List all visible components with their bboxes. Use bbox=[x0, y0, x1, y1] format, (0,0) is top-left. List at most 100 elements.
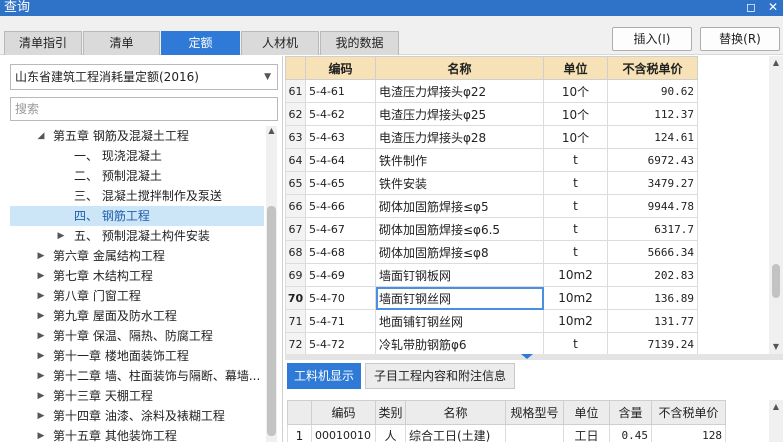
cell-unit[interactable]: 工日 bbox=[563, 424, 610, 442]
row-number[interactable]: 64 bbox=[285, 148, 306, 172]
table-row[interactable]: 61 5-4-61 电渣压力焊接头φ22 10个 90.62 bbox=[285, 79, 698, 103]
col-header-name[interactable]: 名称 bbox=[405, 400, 506, 425]
restore-icon[interactable]: ◻ bbox=[744, 0, 758, 14]
tab-item-content-notes[interactable]: 子目工程内容和附注信息 bbox=[365, 363, 515, 389]
tree-scroll-thumb[interactable] bbox=[267, 206, 276, 436]
cell-code[interactable]: 5-4-63 bbox=[305, 125, 376, 149]
tree-item[interactable]: ▶ 第六章 金属结构工程 bbox=[10, 246, 264, 266]
insert-button[interactable]: 插入(I) bbox=[612, 27, 692, 51]
cell-name[interactable]: 砌体加固筋焊接≤φ8 bbox=[375, 240, 544, 264]
tab-material-display[interactable]: 工料机显示 bbox=[287, 363, 361, 389]
material-scrollbar[interactable]: ▲ bbox=[769, 400, 783, 442]
row-number[interactable]: 68 bbox=[285, 240, 306, 264]
cell-price[interactable]: 124.61 bbox=[607, 125, 698, 149]
cell-price[interactable]: 3479.27 bbox=[607, 171, 698, 195]
tree-item[interactable]: ▶ 第八章 门窗工程 bbox=[10, 286, 264, 306]
grid-scroll-thumb[interactable] bbox=[772, 264, 780, 298]
cell-code[interactable]: 5-4-67 bbox=[305, 217, 376, 241]
cell-price[interactable]: 128 bbox=[651, 424, 726, 442]
cell-code[interactable]: 5-4-61 bbox=[305, 79, 376, 103]
table-row[interactable]: 68 5-4-68 砌体加固筋焊接≤φ8 t 5666.34 bbox=[285, 240, 698, 264]
cell-name[interactable]: 铁件制作 bbox=[375, 148, 544, 172]
row-number[interactable]: 66 bbox=[285, 194, 306, 218]
col-header-unit[interactable]: 单位 bbox=[543, 56, 608, 80]
grid-scrollbar[interactable]: ▲ ▼ bbox=[769, 56, 783, 354]
cell-unit[interactable]: 10个 bbox=[543, 102, 608, 126]
col-header-code[interactable]: 编码 bbox=[305, 56, 376, 80]
row-number[interactable]: 61 bbox=[285, 79, 306, 103]
table-row[interactable]: 70 5-4-70 墙面钉钢丝网 10m2 136.89 bbox=[285, 286, 698, 310]
cell-name[interactable]: 墙面钉钢丝网 bbox=[375, 286, 544, 310]
caret-collapsed-icon[interactable]: ▶ bbox=[56, 226, 66, 246]
row-number[interactable]: 65 bbox=[285, 171, 306, 195]
table-row[interactable]: 1 00010010 人综合工日(土建) 工日 0.45 128 bbox=[287, 424, 726, 442]
table-row[interactable]: 66 5-4-66 砌体加固筋焊接≤φ5 t 9944.78 bbox=[285, 194, 698, 218]
cell-price[interactable]: 5666.34 bbox=[607, 240, 698, 264]
cell-code[interactable]: 5-4-71 bbox=[305, 309, 376, 333]
cell-unit[interactable]: t bbox=[543, 194, 608, 218]
tree-item[interactable]: 二、 预制混凝土 bbox=[10, 166, 264, 186]
cell-price[interactable]: 202.83 bbox=[607, 263, 698, 287]
scroll-down-icon[interactable]: ▼ bbox=[769, 342, 783, 352]
tree-item[interactable]: ▶ 第十五章 其他装饰工程 bbox=[10, 426, 264, 442]
tree-item[interactable]: 四、 钢筋工程 bbox=[10, 206, 264, 226]
cell-name[interactable]: 电渣压力焊接头φ22 bbox=[375, 79, 544, 103]
cell-code[interactable]: 5-4-66 bbox=[305, 194, 376, 218]
cell-code[interactable]: 5-4-68 bbox=[305, 240, 376, 264]
table-row[interactable]: 64 5-4-64 铁件制作 t 6972.43 bbox=[285, 148, 698, 172]
cell-qty[interactable]: 0.45 bbox=[609, 424, 652, 442]
row-number[interactable]: 62 bbox=[285, 102, 306, 126]
col-header-spec[interactable]: 规格型号 bbox=[505, 400, 564, 425]
close-icon[interactable]: ✕ bbox=[766, 0, 780, 14]
cell-price[interactable]: 7139.24 bbox=[607, 332, 698, 356]
tree-item[interactable]: 一、 现浇混凝土 bbox=[10, 146, 264, 166]
table-row[interactable]: 71 5-4-71 地面铺钉钢丝网 10m2 131.77 bbox=[285, 309, 698, 333]
row-number[interactable]: 67 bbox=[285, 217, 306, 241]
tree-item[interactable]: ▶ 第七章 木结构工程 bbox=[10, 266, 264, 286]
row-number[interactable]: 69 bbox=[285, 263, 306, 287]
cell-code[interactable]: 5-4-64 bbox=[305, 148, 376, 172]
col-header-price[interactable]: 不含税单价 bbox=[607, 56, 698, 80]
caret-collapsed-icon[interactable]: ▶ bbox=[36, 386, 46, 406]
col-header-type[interactable]: 类别 bbox=[375, 400, 406, 425]
row-number[interactable]: 71 bbox=[285, 309, 306, 333]
caret-collapsed-icon[interactable]: ▶ bbox=[36, 366, 46, 386]
cell-name[interactable]: 砌体加固筋焊接≤φ5 bbox=[375, 194, 544, 218]
col-header-qty[interactable]: 含量 bbox=[609, 400, 652, 425]
cell-code[interactable]: 00010010 bbox=[311, 424, 376, 442]
tab-my-data[interactable]: 我的数据 bbox=[320, 31, 399, 55]
cell-unit[interactable]: t bbox=[543, 332, 608, 356]
col-header-unit[interactable]: 单位 bbox=[563, 400, 610, 425]
row-number[interactable]: 63 bbox=[285, 125, 306, 149]
cell-price[interactable]: 90.62 bbox=[607, 79, 698, 103]
tree-item[interactable]: ▶ 第十一章 楼地面装饰工程 bbox=[10, 346, 264, 366]
tab-labor-material-machine[interactable]: 人材机 bbox=[241, 31, 319, 55]
cell-name[interactable]: 综合工日(土建) bbox=[405, 424, 506, 442]
cell-type[interactable]: 人 bbox=[375, 424, 406, 442]
col-header-name[interactable]: 名称 bbox=[375, 56, 544, 80]
cell-code[interactable]: 5-4-70 bbox=[305, 286, 376, 310]
tree-item[interactable]: ▶ 第十二章 墙、柱面装饰与隔断、幕墙... bbox=[10, 366, 264, 386]
table-row[interactable]: 69 5-4-69 墙面钉钢板网 10m2 202.83 bbox=[285, 263, 698, 287]
cell-price[interactable]: 6317.7 bbox=[607, 217, 698, 241]
cell-price[interactable]: 6972.43 bbox=[607, 148, 698, 172]
cell-name[interactable]: 铁件安装 bbox=[375, 171, 544, 195]
cell-price[interactable]: 131.77 bbox=[607, 309, 698, 333]
tree-item[interactable]: 三、 混凝土搅拌制作及泵送 bbox=[10, 186, 264, 206]
cell-unit[interactable]: 10m2 bbox=[543, 263, 608, 287]
cell-unit[interactable]: t bbox=[543, 217, 608, 241]
cell-unit[interactable]: t bbox=[543, 171, 608, 195]
tree-scrollbar[interactable]: ▲ bbox=[266, 126, 277, 442]
cell-name[interactable]: 地面铺钉钢丝网 bbox=[375, 309, 544, 333]
table-row[interactable]: 72 5-4-72 冷轧带肋钢筋φ6 t 7139.24 bbox=[285, 332, 698, 356]
caret-collapsed-icon[interactable]: ▶ bbox=[36, 246, 46, 266]
tab-bill-guide[interactable]: 清单指引 bbox=[4, 31, 82, 55]
caret-expanded-icon[interactable]: ◢ bbox=[36, 126, 46, 146]
scroll-up-icon[interactable]: ▲ bbox=[769, 402, 783, 412]
cell-name[interactable]: 墙面钉钢板网 bbox=[375, 263, 544, 287]
cell-unit[interactable]: 10个 bbox=[543, 79, 608, 103]
col-header-price[interactable]: 不含税单价 bbox=[651, 400, 726, 425]
row-number[interactable]: 1 bbox=[287, 424, 312, 442]
caret-collapsed-icon[interactable]: ▶ bbox=[36, 306, 46, 326]
table-row[interactable]: 63 5-4-63 电渣压力焊接头φ28 10个 124.61 bbox=[285, 125, 698, 149]
